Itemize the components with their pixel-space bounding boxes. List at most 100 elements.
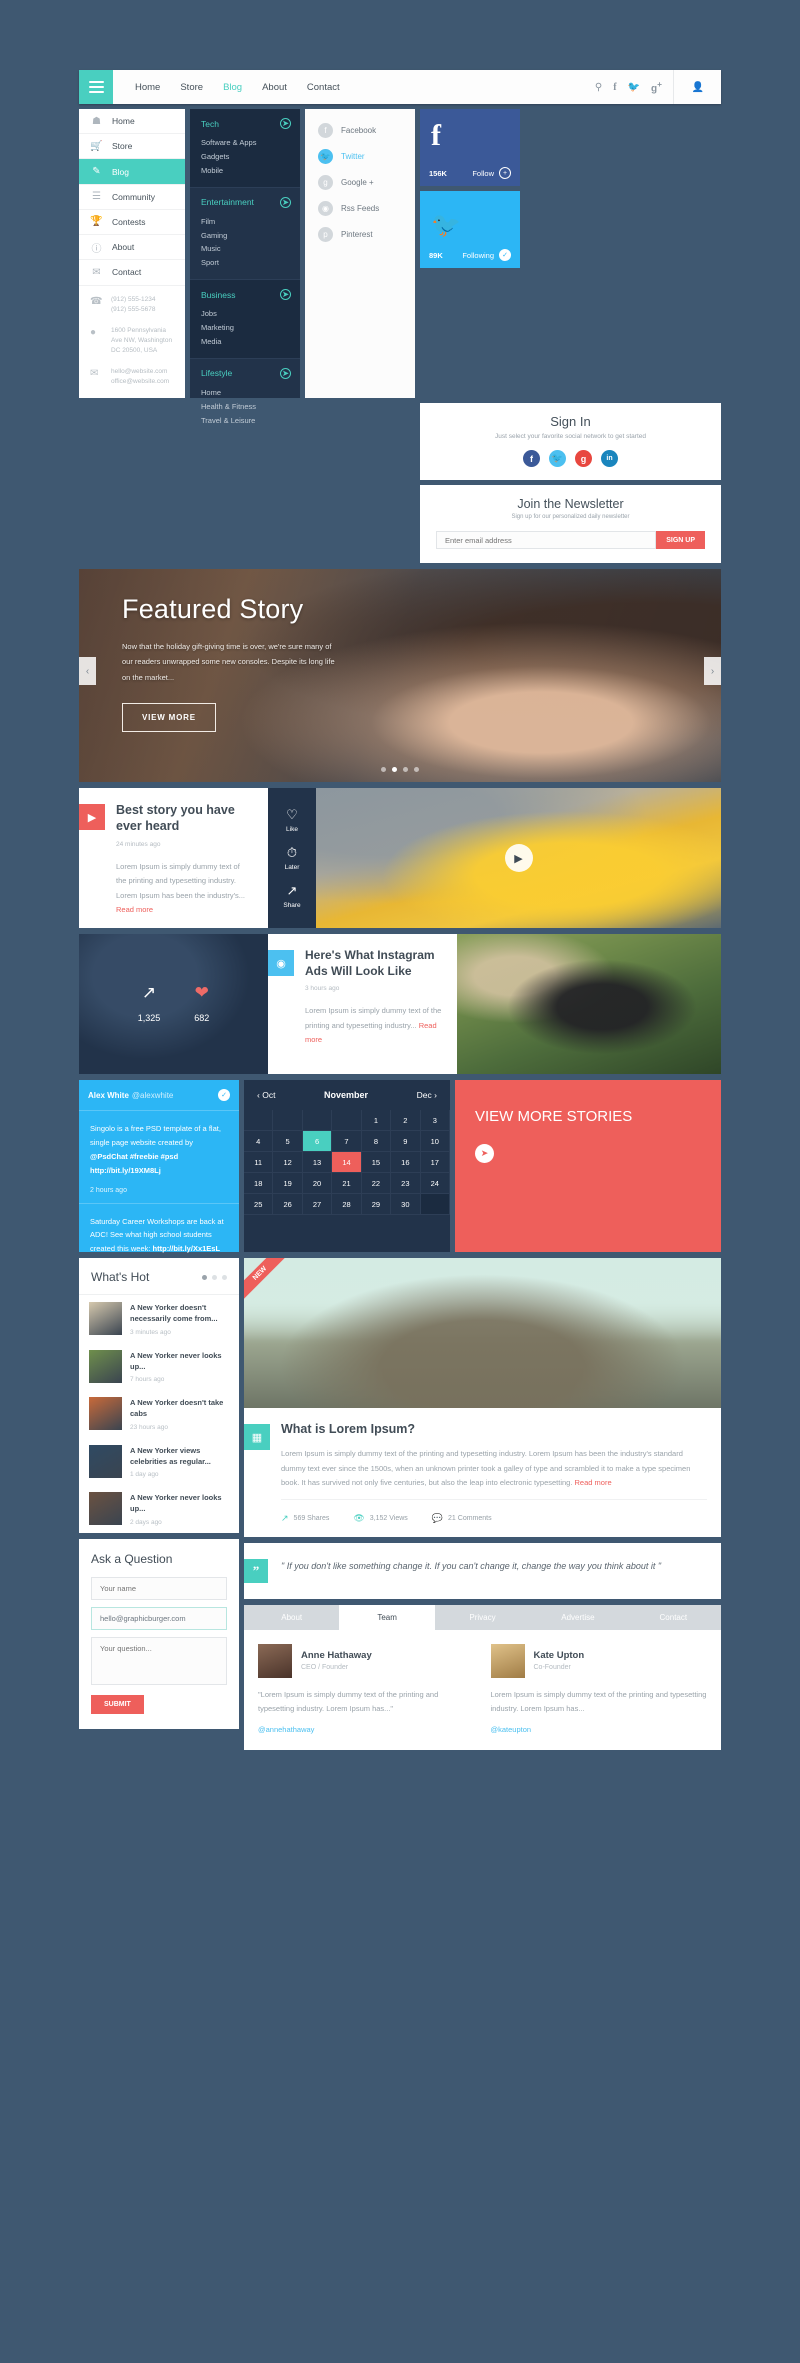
calendar-day[interactable]: 20: [302, 1173, 333, 1194]
later-action[interactable]: ⏱ Later: [285, 845, 300, 871]
name-input[interactable]: [91, 1576, 227, 1600]
email-line-1[interactable]: hello@website.com: [111, 367, 169, 377]
calendar-day[interactable]: 29: [361, 1194, 392, 1215]
nav-link-contact[interactable]: Contact: [307, 82, 340, 93]
calendar-day[interactable]: 22: [361, 1173, 392, 1194]
mega-item[interactable]: Sport: [201, 256, 300, 270]
sidebar-item-about[interactable]: ⓘ About: [79, 235, 185, 261]
question-textarea[interactable]: [91, 1636, 227, 1685]
list-item[interactable]: A New Yorker views celebrities as regula…: [79, 1438, 239, 1486]
check-icon[interactable]: ✓: [499, 249, 511, 261]
sidebar-item-community[interactable]: ☰ Community: [79, 185, 185, 210]
tab-team[interactable]: Team: [339, 1604, 435, 1630]
mega-head[interactable]: Entertainment ➤: [201, 196, 300, 208]
signup-button[interactable]: SIGN UP: [656, 531, 705, 549]
email-input[interactable]: [91, 1606, 227, 1630]
carousel-dot[interactable]: [381, 767, 386, 772]
dot-active[interactable]: [202, 1274, 207, 1280]
calendar-day[interactable]: 30: [391, 1194, 421, 1215]
social-item-twitter[interactable]: 🐦 Twitter: [305, 143, 415, 169]
mega-head[interactable]: Tech ➤: [201, 118, 300, 129]
read-more-link[interactable]: Read more: [116, 905, 153, 914]
sidebar-item-home[interactable]: ☗ Home: [79, 109, 185, 135]
chevron-right-icon[interactable]: ›: [704, 657, 721, 685]
calendar-day[interactable]: 27: [302, 1194, 333, 1215]
sidebar-item-contests[interactable]: 🏆 Contests: [79, 210, 185, 236]
facebook-signin-icon[interactable]: f: [523, 450, 540, 467]
mega-item[interactable]: Gaming: [201, 229, 300, 243]
list-item[interactable]: A New Yorker never looks up... 2 days ago: [79, 1485, 239, 1533]
twitter-follow-widget[interactable]: 🐦 89K Following ✓: [420, 191, 520, 268]
mega-item[interactable]: Jobs: [201, 307, 300, 321]
googleplus-signin-icon[interactable]: g: [575, 450, 592, 467]
tab-contact[interactable]: Contact: [626, 1605, 721, 1630]
googleplus-icon[interactable]: g+: [651, 79, 662, 94]
mega-head[interactable]: Lifestyle ➤: [201, 367, 300, 379]
tweet-item[interactable]: Saturday Career Workshops are back at AD…: [79, 1204, 239, 1283]
mega-item[interactable]: Media: [201, 335, 300, 349]
calendar-day[interactable]: 10: [420, 1131, 450, 1152]
nav-link-home[interactable]: Home: [135, 82, 160, 93]
nav-link-about[interactable]: About: [262, 82, 287, 93]
view-more-button[interactable]: VIEW MORE: [122, 703, 216, 733]
social-item-pinterest[interactable]: p Pinterest: [305, 221, 415, 247]
calendar-day[interactable]: 12: [273, 1152, 303, 1173]
calendar-prev[interactable]: ‹ Oct: [257, 1090, 275, 1100]
social-item-googleplus[interactable]: g Google +: [305, 169, 415, 195]
email-line-2[interactable]: office@website.com: [111, 377, 169, 387]
carousel-dot[interactable]: [414, 767, 419, 772]
mega-item[interactable]: Software & Apps: [201, 136, 300, 150]
search-icon[interactable]: ⚲: [595, 82, 602, 93]
plus-icon[interactable]: +: [499, 167, 511, 179]
calendar-day[interactable]: 8: [361, 1131, 392, 1152]
dot[interactable]: [222, 1274, 227, 1280]
arrow-right-icon[interactable]: ➤: [475, 1143, 494, 1163]
list-item[interactable]: A New Yorker never looks up... 7 hours ag…: [79, 1343, 239, 1391]
carousel-dot[interactable]: [403, 767, 408, 772]
play-icon[interactable]: ▶: [504, 844, 533, 872]
like-action[interactable]: ♡ Like: [286, 807, 298, 833]
tab-privacy[interactable]: Privacy: [435, 1605, 530, 1630]
tab-advertise[interactable]: Advertise: [530, 1605, 625, 1630]
calendar-day[interactable]: 9: [391, 1131, 421, 1152]
mega-item[interactable]: Film: [201, 215, 300, 229]
user-icon[interactable]: 👤: [685, 82, 711, 93]
calendar-day[interactable]: 17: [420, 1152, 450, 1173]
calendar-day[interactable]: 11: [244, 1152, 274, 1173]
dot[interactable]: [212, 1274, 217, 1280]
calendar-day[interactable]: 16: [391, 1152, 421, 1173]
calendar-day[interactable]: 21: [332, 1173, 362, 1194]
list-item[interactable]: A New Yorker doesn't take cabs 23 hours a…: [79, 1390, 239, 1438]
calendar-day[interactable]: 28: [332, 1194, 362, 1215]
tweet-item[interactable]: Singolo is a free PSD template of a flat…: [79, 1111, 239, 1204]
facebook-follow-widget[interactable]: f 156K Follow +: [420, 109, 520, 186]
mega-item[interactable]: Marketing: [201, 321, 300, 335]
member-handle[interactable]: @kateupton: [491, 1725, 708, 1734]
nav-link-blog[interactable]: Blog: [223, 82, 242, 93]
calendar-day[interactable]: 19: [273, 1173, 303, 1194]
calendar-day[interactable]: 15: [361, 1152, 392, 1173]
twitter-signin-icon[interactable]: 🐦: [549, 450, 566, 467]
read-more-link[interactable]: Read more: [575, 1478, 612, 1487]
mega-head[interactable]: Business ➤: [201, 289, 300, 301]
calendar-day[interactable]: 14: [332, 1152, 362, 1173]
calendar-next[interactable]: Dec ›: [417, 1090, 437, 1100]
calendar-day[interactable]: 3: [420, 1110, 450, 1131]
calendar-day[interactable]: 1: [361, 1110, 392, 1131]
sidebar-item-store[interactable]: 🛒 Store: [79, 134, 185, 160]
mega-item[interactable]: Home: [201, 386, 300, 400]
newsletter-email-input[interactable]: [436, 531, 657, 549]
facebook-icon[interactable]: f: [613, 82, 616, 93]
calendar-day[interactable]: 4: [244, 1131, 274, 1152]
calendar-day[interactable]: 5: [273, 1131, 303, 1152]
chevron-right-icon[interactable]: ➤: [280, 367, 291, 379]
chevron-right-icon[interactable]: ➤: [280, 196, 291, 208]
calendar-day[interactable]: 18: [244, 1173, 274, 1194]
mega-item[interactable]: Gadgets: [201, 150, 300, 164]
submit-button[interactable]: SUBMIT: [91, 1694, 144, 1714]
calendar-day[interactable]: 24: [420, 1173, 450, 1194]
chevron-right-icon[interactable]: ➤: [280, 289, 291, 301]
calendar-day[interactable]: 6: [302, 1131, 333, 1152]
calendar-day[interactable]: 2: [391, 1110, 421, 1131]
mega-item[interactable]: Music: [201, 242, 300, 256]
